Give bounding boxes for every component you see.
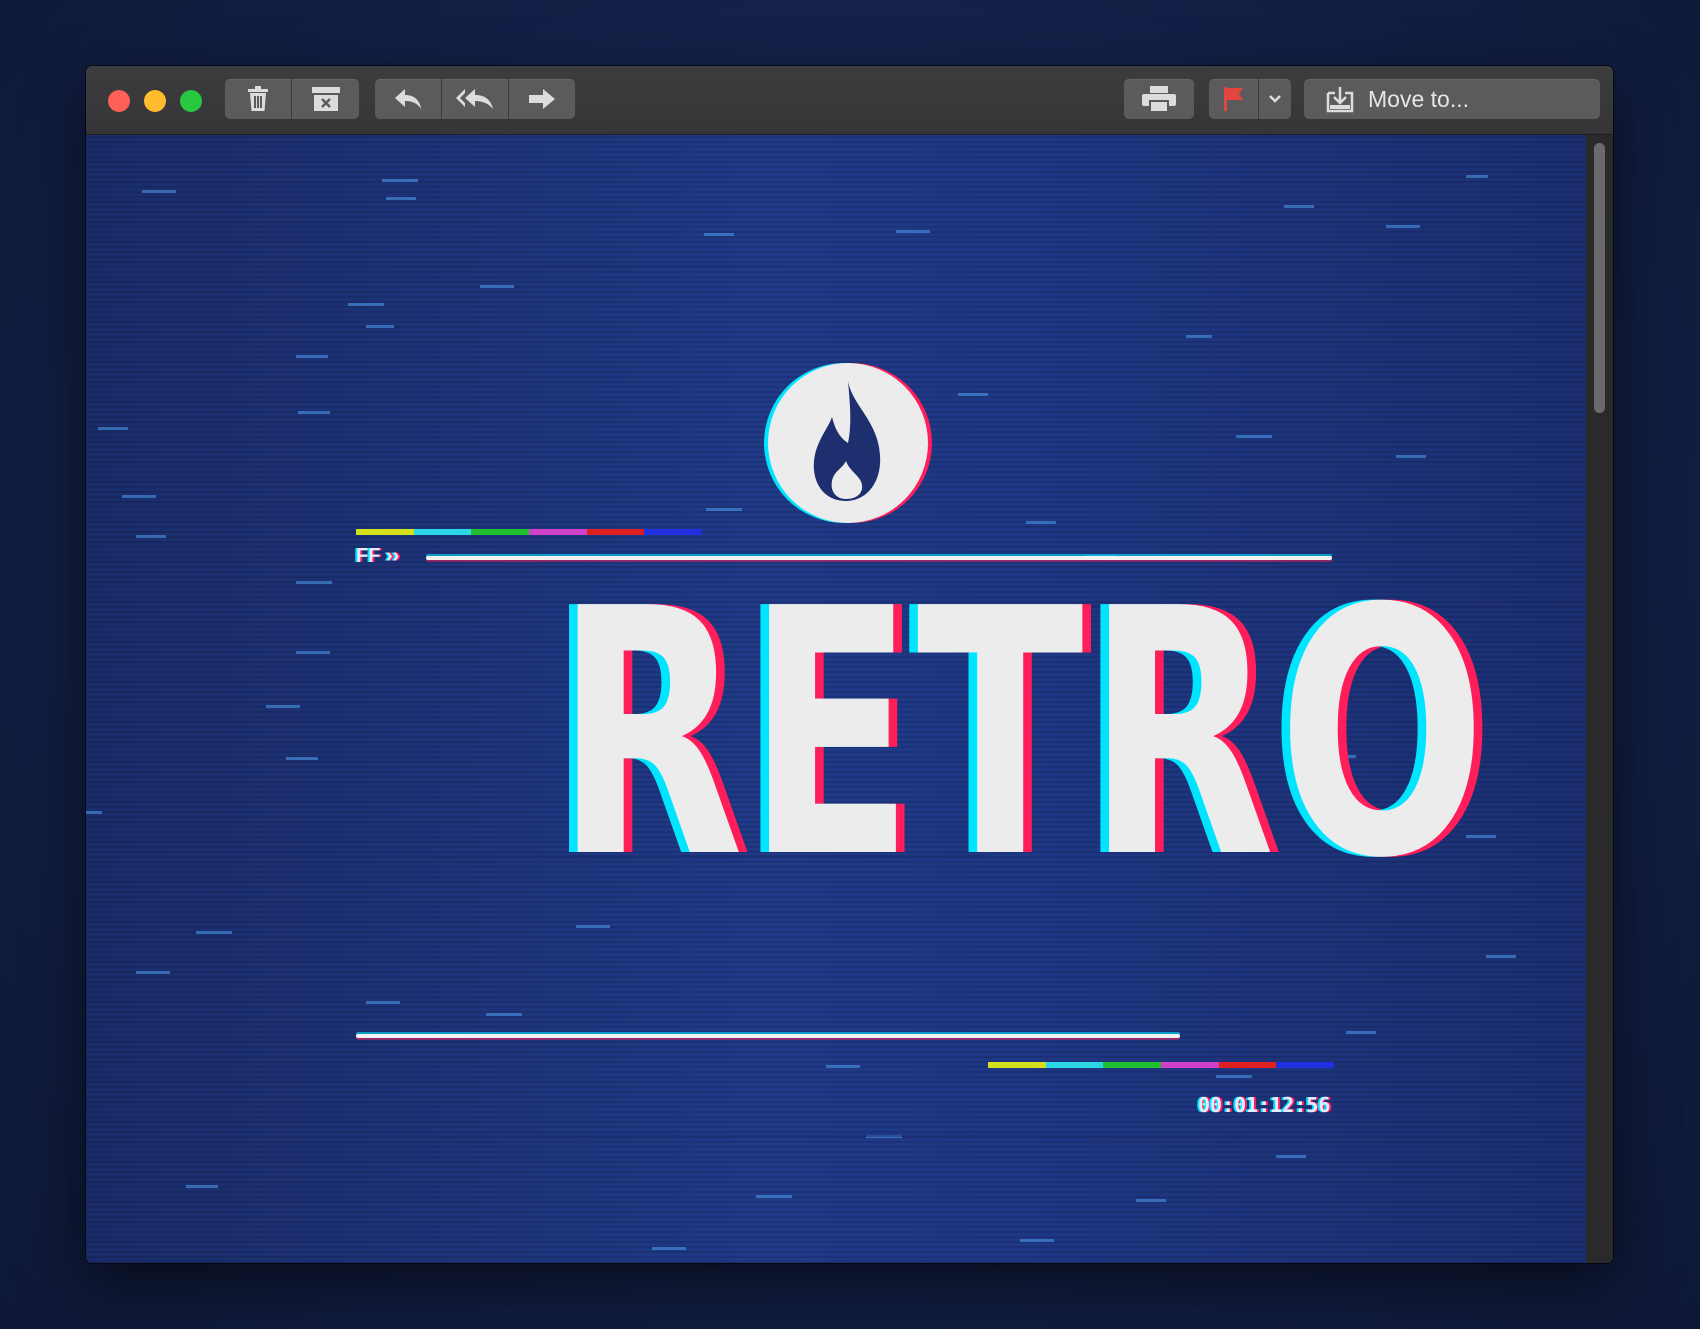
bottom-rule — [356, 1034, 1180, 1038]
move-to-button[interactable]: Move to... — [1304, 79, 1600, 119]
color-bar-bottom — [988, 1062, 1335, 1068]
forward-button[interactable] — [509, 79, 575, 119]
close-window-button[interactable] — [108, 90, 130, 112]
flag-group — [1209, 79, 1291, 119]
delete-archive-group — [225, 79, 359, 119]
vertical-scrollbar[interactable] — [1586, 135, 1613, 1263]
forward-icon — [529, 89, 555, 109]
reply-icon — [395, 89, 421, 109]
archive-button[interactable] — [292, 79, 359, 119]
reply-forward-group — [375, 79, 575, 119]
flame-icon — [813, 381, 881, 501]
flag-icon — [1223, 87, 1243, 111]
archive-icon — [311, 87, 340, 111]
color-bar-top — [356, 529, 703, 535]
reply-button[interactable] — [375, 79, 442, 119]
flag-button[interactable] — [1209, 79, 1260, 119]
scrollbar-thumb[interactable] — [1594, 143, 1605, 413]
maximize-window-button[interactable] — [180, 90, 202, 112]
printer-icon — [1142, 86, 1176, 112]
timecode: 00:01:12:56 — [1198, 1093, 1331, 1117]
mail-window: Move to... FF ›› RETRO 00:01:12:56 — [86, 66, 1613, 1263]
flag-menu-button[interactable] — [1259, 79, 1291, 119]
delete-button[interactable] — [225, 79, 292, 119]
trash-icon — [248, 86, 268, 111]
move-to-label: Move to... — [1368, 85, 1469, 112]
chevron-down-icon — [1269, 95, 1282, 103]
fast-forward-label: FF ›› — [356, 545, 400, 567]
print-button[interactable] — [1124, 79, 1194, 119]
retro-title: RETRO — [555, 537, 1489, 933]
move-to-mailbox-icon — [1326, 87, 1354, 113]
reply-all-button[interactable] — [442, 79, 509, 119]
minimize-window-button[interactable] — [144, 90, 166, 112]
email-body: FF ›› RETRO 00:01:12:56 — [86, 135, 1586, 1263]
print-group — [1124, 79, 1194, 119]
logo-badge — [768, 363, 928, 523]
toolbar: Move to... — [86, 66, 1613, 135]
reply-all-icon — [456, 89, 493, 109]
